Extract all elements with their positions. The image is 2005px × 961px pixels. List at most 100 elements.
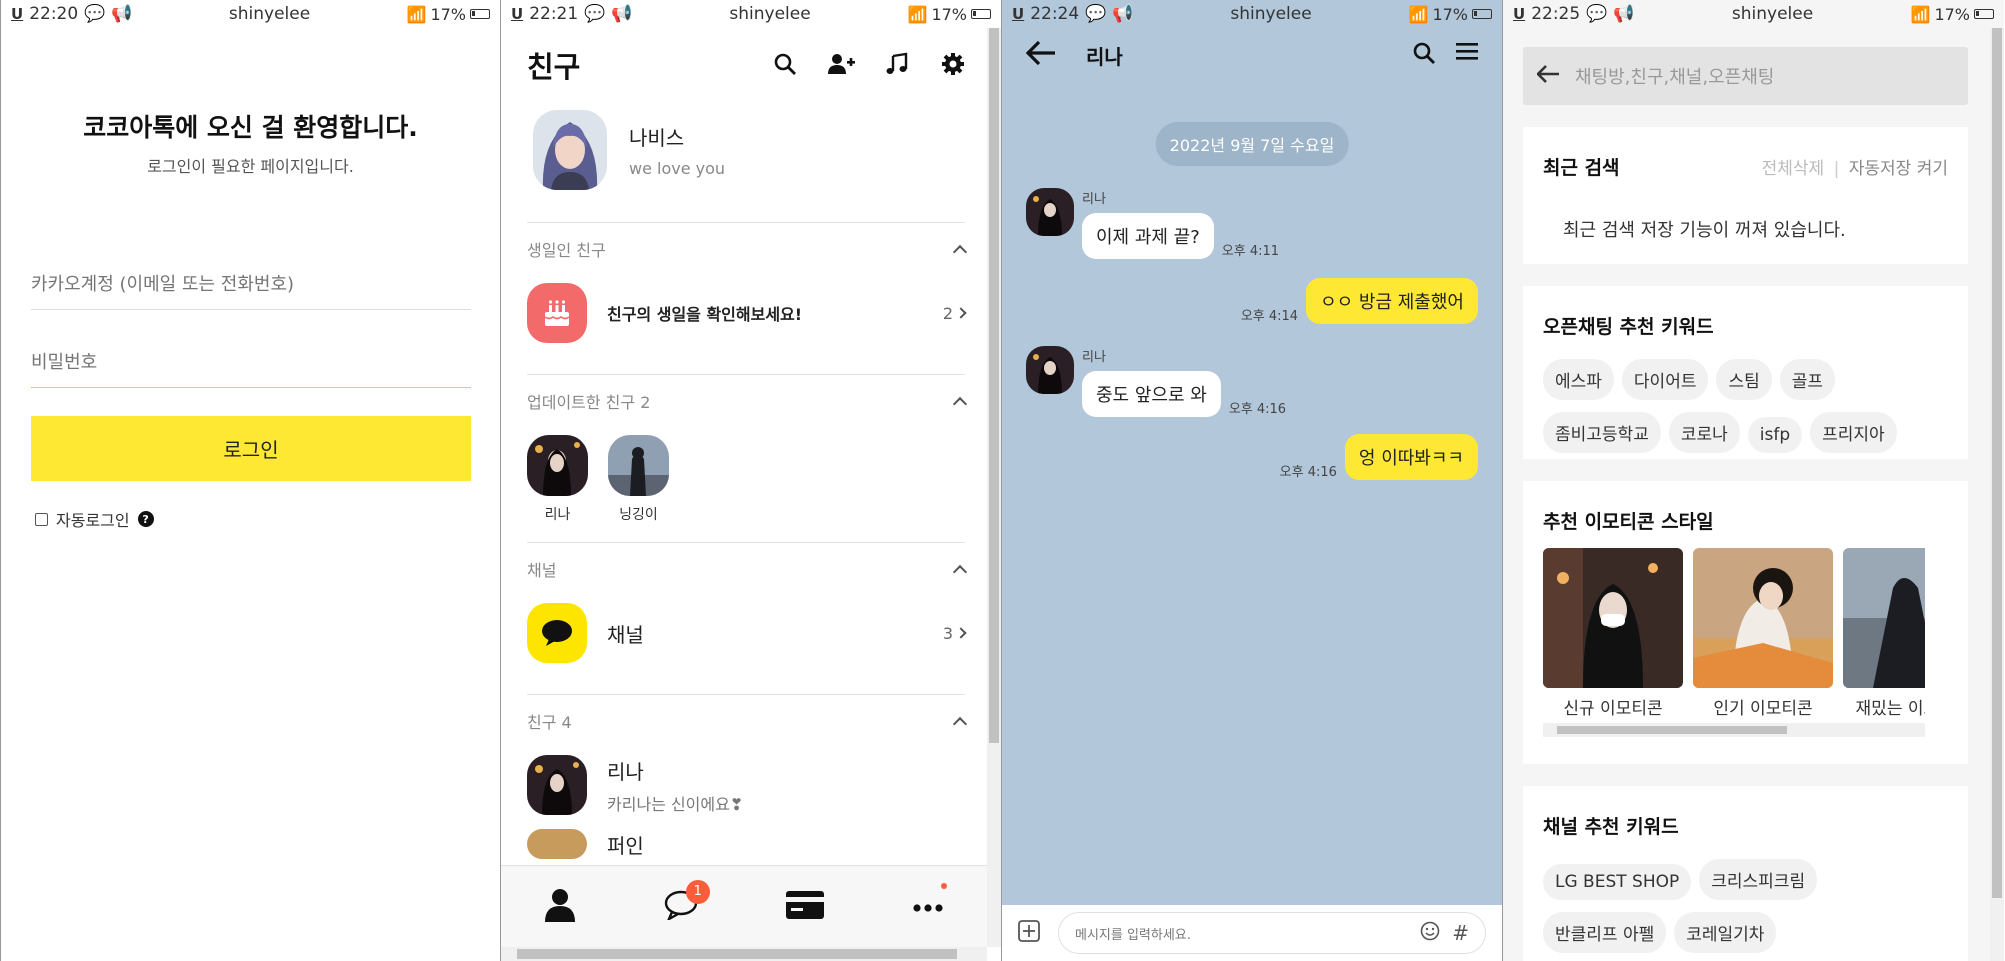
status-bar: U 22:21 💬 📢 shinyelee 📶 17% bbox=[501, 0, 1001, 28]
back-arrow-icon[interactable] bbox=[1536, 64, 1559, 88]
recent-search-card: 최근 검색 전체삭제 | 자동저장 켜기 최근 검색 저장 기능이 꺼져 있습니… bbox=[1523, 127, 1968, 264]
login-button[interactable]: 로그인 bbox=[31, 416, 471, 481]
friend-name: 퍼인 bbox=[607, 833, 644, 858]
message-bubble[interactable]: 이제 과제 끝? bbox=[1082, 213, 1214, 259]
password-field[interactable] bbox=[31, 338, 471, 388]
avatar[interactable] bbox=[1026, 346, 1074, 394]
friend-row[interactable]: 퍼인 bbox=[527, 829, 965, 859]
chat-partner-name: 리나 bbox=[1086, 44, 1123, 69]
recent-search-notice: 최근 검색 저장 기능이 꺼져 있습니다. bbox=[1563, 220, 1846, 241]
keyword-chip[interactable]: 프리지아 bbox=[1810, 412, 1897, 453]
add-friend-icon[interactable] bbox=[827, 50, 855, 78]
back-arrow-icon[interactable] bbox=[1025, 40, 1056, 70]
search-icon[interactable] bbox=[771, 50, 799, 78]
wifi-icon: 📶 bbox=[1408, 4, 1429, 24]
wifi-icon: 📶 bbox=[406, 4, 427, 24]
message-bubble[interactable]: 엉 이따봐ㅋㅋ bbox=[1344, 434, 1478, 480]
sender-name: 리나 bbox=[1082, 192, 1106, 207]
megaphone-icon: 📢 bbox=[1112, 4, 1134, 24]
delete-all-button[interactable]: 전체삭제 bbox=[1762, 159, 1825, 179]
emoticon-item[interactable]: 인기 이모티콘 bbox=[1693, 548, 1833, 719]
menu-icon[interactable] bbox=[1456, 41, 1478, 69]
auto-login-checkbox[interactable] bbox=[35, 512, 48, 526]
message-placeholder: 메시지를 입력하세요. bbox=[1075, 927, 1191, 943]
auto-login-label: 자동로그인 bbox=[56, 511, 130, 530]
message-bubble[interactable]: ㅇㅇ 방금 제출했어 bbox=[1306, 278, 1478, 324]
megaphone-icon: 📢 bbox=[1613, 4, 1635, 24]
status-time: 22:24 bbox=[1030, 4, 1080, 24]
cake-icon bbox=[527, 283, 587, 343]
status-user: shinyelee bbox=[1731, 4, 1814, 24]
my-profile[interactable]: 나비스 we love you bbox=[533, 110, 725, 190]
search-screen: U 22:25 💬 📢 shinyelee 📶 17% 채팅방,친구,채널,오픈채팅 최… bbox=[1503, 0, 2004, 961]
message-time: 오후 4:14 bbox=[1240, 309, 1299, 324]
channel-row[interactable]: 채널 3 bbox=[527, 603, 967, 663]
scrollbar-vertical[interactable] bbox=[987, 28, 1001, 947]
birthday-row[interactable]: 친구의 생일을 확인해보세요! 2 bbox=[527, 283, 967, 343]
autosave-toggle-button[interactable]: 자동저장 켜기 bbox=[1849, 159, 1948, 179]
chats-tab-icon[interactable]: 1 bbox=[664, 879, 710, 924]
keyword-chip[interactable]: isfp bbox=[1747, 417, 1803, 453]
email-field[interactable] bbox=[31, 260, 471, 310]
plus-icon[interactable] bbox=[1018, 920, 1040, 946]
emoticon-style-card: 추천 이모티콘 스타일 신규 이모티콘 인기 이모티콘 재밌는 이모티콘 bbox=[1523, 481, 1968, 764]
battery-icon bbox=[1472, 9, 1492, 19]
updated-friend-item[interactable]: 리나 bbox=[527, 435, 588, 524]
keyword-chip[interactable]: 스팀 bbox=[1716, 359, 1772, 400]
emoticon-label: 신규 이모티콘 bbox=[1563, 699, 1663, 719]
keyword-chip[interactable]: 좀비고등학교 bbox=[1543, 412, 1661, 453]
birthday-count: 2 bbox=[942, 303, 953, 323]
friend-row[interactable]: 리나 카리나는 신이에요❣ bbox=[527, 755, 965, 815]
emoticon-item[interactable]: 신규 이모티콘 bbox=[1543, 548, 1683, 719]
hash-icon[interactable]: # bbox=[1452, 921, 1469, 945]
gear-icon[interactable] bbox=[939, 50, 967, 78]
wifi-icon: 📶 bbox=[907, 4, 928, 24]
keyword-chip[interactable]: 코로나 bbox=[1668, 412, 1740, 453]
birthday-section: 생일인 친구 친구의 생일을 확인해보세요! 2 bbox=[527, 222, 968, 343]
app-u-icon: U bbox=[11, 5, 24, 23]
message-time: 오후 4:16 bbox=[1228, 402, 1287, 417]
search-icon[interactable] bbox=[1412, 41, 1436, 69]
search-input[interactable]: 채팅방,친구,채널,오픈채팅 bbox=[1523, 47, 1968, 105]
battery-level: 17% bbox=[931, 4, 967, 24]
help-icon[interactable]: ? bbox=[137, 511, 154, 527]
chevron-up-icon[interactable] bbox=[952, 564, 968, 580]
chevron-up-icon[interactable] bbox=[952, 716, 968, 732]
scrollbar-horizontal[interactable] bbox=[501, 947, 987, 961]
message-bubble[interactable]: 중도 앞으로 와 bbox=[1082, 371, 1221, 417]
emoji-icon[interactable] bbox=[1420, 921, 1440, 945]
bottom-nav: 1 bbox=[501, 865, 987, 947]
keyword-chip[interactable]: LG BEST SHOP bbox=[1543, 864, 1692, 900]
avatar bbox=[527, 829, 587, 859]
scrollbar-vertical[interactable] bbox=[1990, 28, 2004, 961]
search-placeholder: 채팅방,친구,채널,오픈채팅 bbox=[1575, 67, 1775, 88]
message-input[interactable]: 메시지를 입력하세요. # bbox=[1058, 912, 1486, 954]
wallet-tab-icon[interactable] bbox=[786, 890, 825, 923]
avatar bbox=[608, 435, 669, 496]
avatar[interactable] bbox=[1026, 188, 1074, 236]
chevron-up-icon[interactable] bbox=[952, 244, 968, 260]
friends-tab-icon[interactable] bbox=[545, 888, 576, 926]
message-input-bar: 메시지를 입력하세요. # bbox=[1002, 905, 1502, 961]
updated-friend-item[interactable]: 닝깅이 bbox=[608, 435, 669, 524]
scrollbar-horizontal[interactable] bbox=[1543, 723, 1925, 737]
keyword-chip[interactable]: 반클리프 아펠 bbox=[1543, 912, 1667, 953]
status-time: 22:21 bbox=[529, 4, 579, 24]
chevron-up-icon[interactable] bbox=[952, 396, 968, 412]
keyword-chip[interactable]: 골프 bbox=[1779, 359, 1836, 400]
keyword-chip[interactable]: 크리스피크림 bbox=[1699, 859, 1818, 900]
auto-login-option[interactable]: 자동로그인 ? bbox=[35, 507, 154, 531]
keyword-chip[interactable]: 다이어트 bbox=[1621, 359, 1709, 400]
emoticon-item[interactable]: 재밌는 이모티콘 bbox=[1843, 548, 1925, 719]
updated-friends-section: 업데이트한 친구 2 리나 닝깅이 bbox=[527, 374, 968, 524]
keyword-chip[interactable]: 코레일기차 bbox=[1674, 912, 1777, 953]
friend-name: 리나 bbox=[544, 507, 571, 523]
music-icon[interactable] bbox=[883, 50, 911, 78]
chat-notif-icon: 💬 bbox=[1085, 4, 1107, 24]
keyword-chip[interactable]: 에스파 bbox=[1543, 359, 1614, 400]
channel-section: 채널 채널 3 bbox=[527, 542, 968, 663]
my-name: 나비스 bbox=[629, 126, 685, 150]
more-tab-icon[interactable] bbox=[913, 883, 947, 916]
battery-level: 17% bbox=[1432, 4, 1468, 24]
app-u-icon: U bbox=[1012, 5, 1025, 23]
